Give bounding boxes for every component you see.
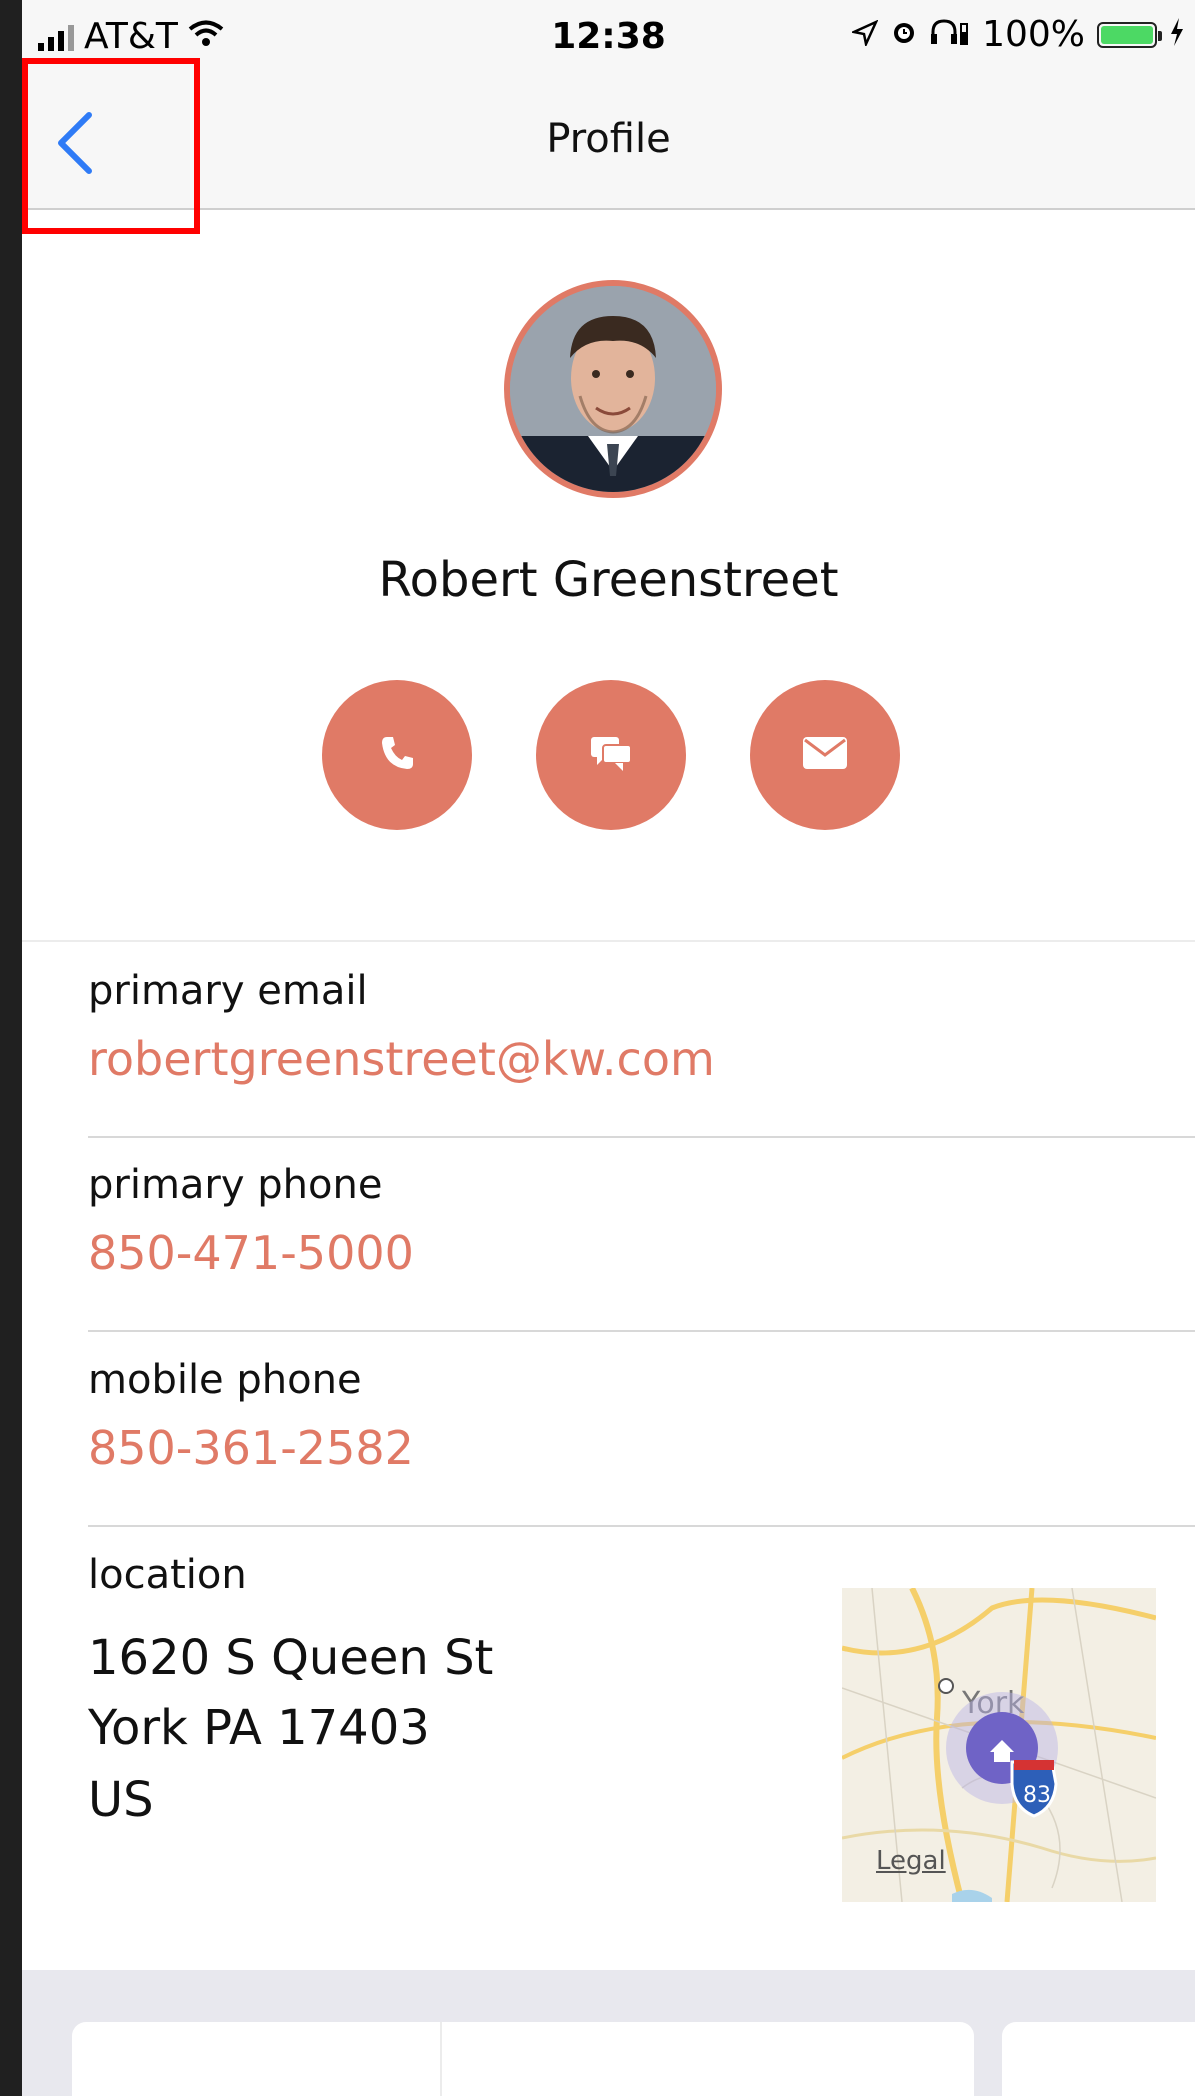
email-button[interactable] <box>750 680 900 830</box>
mobile-phone-link[interactable]: 850-361-2582 <box>88 1421 1195 1475</box>
left-bezel <box>0 0 22 2096</box>
message-button[interactable] <box>536 680 686 830</box>
phone-icon <box>377 733 417 777</box>
row-separator <box>88 1136 1195 1138</box>
row-separator <box>88 1525 1195 1527</box>
envelope-icon <box>802 736 848 774</box>
route-shield-label: 83 <box>1023 1783 1051 1808</box>
field-label: primary email <box>88 968 368 1014</box>
address-line-2: York PA 17403 <box>88 1700 430 1756</box>
battery-percent: 100% <box>982 14 1085 55</box>
avatar <box>504 280 722 498</box>
screen: AT&T 12:38 100% Profile Robert Greenstre… <box>22 0 1195 2096</box>
field-label: mobile phone <box>88 1357 362 1403</box>
map-legal-link[interactable]: Legal <box>876 1846 946 1876</box>
contact-actions <box>322 680 900 830</box>
address-line-1: 1620 S Queen St <box>88 1630 494 1686</box>
primary-email-row: primary email robertgreenstreet@kw.com <box>88 968 1195 1086</box>
primary-phone-row: primary phone 850-471-5000 <box>88 1162 1195 1280</box>
bottom-card[interactable] <box>72 2022 974 2096</box>
alarm-icon <box>890 14 918 55</box>
profile-name: Robert Greenstreet <box>378 552 839 608</box>
row-separator <box>88 1330 1195 1332</box>
email-link[interactable]: robertgreenstreet@kw.com <box>88 1032 1195 1086</box>
mobile-phone-row: mobile phone 850-361-2582 <box>88 1357 1195 1475</box>
section-divider <box>22 940 1195 942</box>
location-map[interactable]: York 83 Legal <box>842 1588 1156 1902</box>
chat-icon <box>589 733 633 777</box>
battery-icon <box>1097 21 1162 48</box>
location-label: location <box>88 1552 247 1598</box>
charging-icon <box>1169 14 1185 55</box>
field-label: primary phone <box>88 1162 383 1208</box>
address-line-3: US <box>88 1772 154 1828</box>
headphones-icon <box>930 14 970 55</box>
location-arrow-icon <box>850 14 879 55</box>
bottom-card-secondary[interactable] <box>1002 2022 1195 2096</box>
back-button-highlight <box>22 58 200 234</box>
call-button[interactable] <box>322 680 472 830</box>
status-right: 100% <box>850 14 1185 55</box>
card-divider <box>440 2022 442 2096</box>
primary-phone-link[interactable]: 850-471-5000 <box>88 1226 1195 1280</box>
